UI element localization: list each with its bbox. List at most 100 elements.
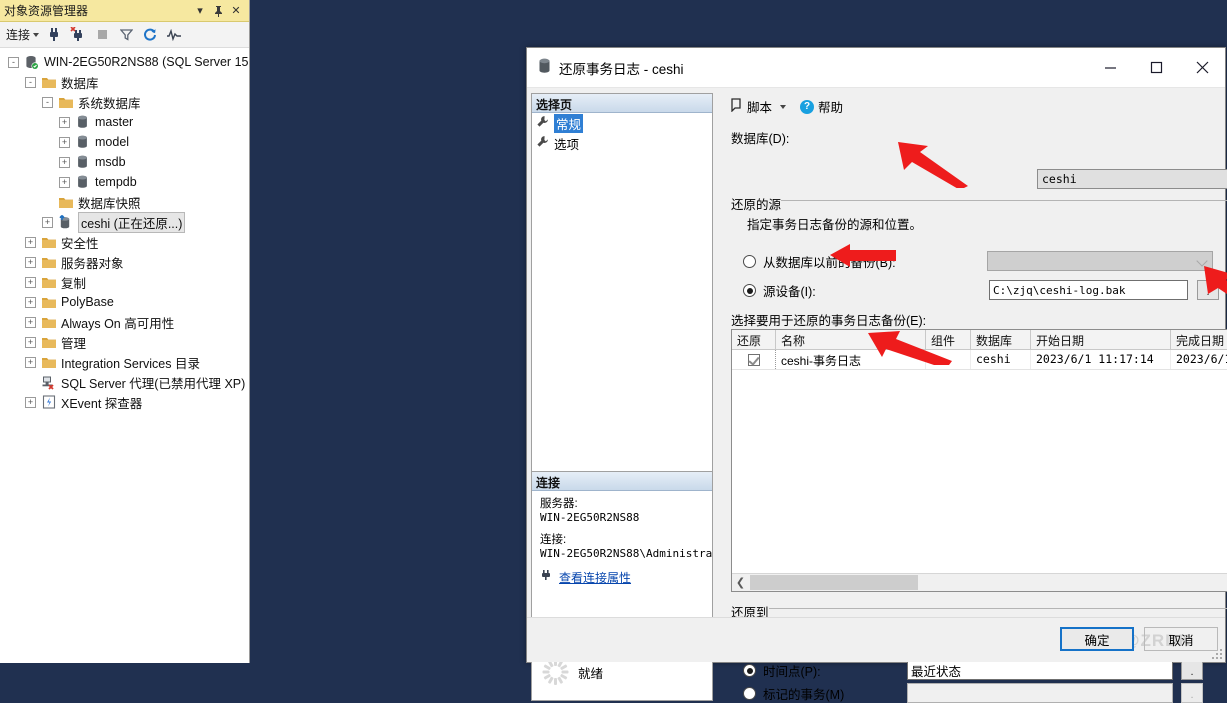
select-page-item-options[interactable]: 选项 xyxy=(532,133,712,153)
tree-node[interactable]: - 数据库 xyxy=(0,72,249,92)
tree-node[interactable]: + XEvent 探查器 xyxy=(0,392,249,412)
grid-cell-component xyxy=(926,350,971,369)
chevron-down-icon xyxy=(33,32,40,37)
tree-node[interactable]: + msdb xyxy=(0,152,249,172)
help-button[interactable]: ? 帮助 xyxy=(800,97,843,116)
chevron-down-icon[interactable] xyxy=(780,104,787,109)
tree-node[interactable]: + master xyxy=(0,112,249,132)
cancel-button[interactable]: 取消 xyxy=(1144,627,1218,651)
wrench-icon xyxy=(536,135,549,151)
previous-backup-combobox[interactable] xyxy=(987,251,1213,271)
source-group-divider xyxy=(781,200,1227,201)
tree-node[interactable]: + PolyBase xyxy=(0,292,249,312)
dialog-system-buttons xyxy=(1087,48,1225,88)
point-in-time-browse-button[interactable]: . xyxy=(1181,660,1203,680)
connect-button[interactable]: 连接 xyxy=(4,26,41,43)
marked-transaction-radio[interactable]: 标记的事务(M) xyxy=(743,684,844,703)
source-device-input[interactable]: C:\zjq\ceshi-log.bak xyxy=(989,280,1188,300)
tree-node[interactable]: + ceshi (正在还原...) xyxy=(0,211,249,233)
pin-icon[interactable] xyxy=(209,2,227,20)
dialog-right-pane: 脚本 ? 帮助 数据库(D): ceshi 还原的源 指定事务日志备份的源和位置… xyxy=(717,89,1227,703)
tree-node[interactable]: + 安全性 xyxy=(0,232,249,252)
chevron-down-icon xyxy=(1196,255,1208,267)
source-group-description: 指定事务日志备份的源和位置。 xyxy=(747,218,923,232)
tree-node-label: 数据库 xyxy=(61,76,99,91)
tree-node[interactable]: + 管理 xyxy=(0,332,249,352)
grid-cell-name: ceshi-事务日志 xyxy=(776,350,926,369)
grid-column-header[interactable]: 名称 xyxy=(776,330,926,349)
expand-icon[interactable]: + xyxy=(59,116,70,128)
refresh-icon[interactable] xyxy=(139,24,161,46)
connection-value: WIN-2EG50R2NS88\Administrat xyxy=(540,547,713,560)
resize-grip-icon[interactable] xyxy=(1212,649,1222,659)
object-explorer-tree[interactable]: - WIN-2EG50R2NS88 (SQL Server 15- 数据库 - 系统数据… xyxy=(0,49,249,663)
grid-column-header[interactable]: 完成日期 xyxy=(1171,330,1227,349)
marked-transaction-input[interactable] xyxy=(907,683,1173,703)
grid-column-header[interactable]: 数据库 xyxy=(971,330,1031,349)
expand-icon[interactable]: + xyxy=(25,396,36,408)
expand-icon[interactable]: + xyxy=(25,256,36,268)
scroll-left-arrow-icon[interactable]: ❮ xyxy=(732,575,749,591)
expand-icon[interactable]: + xyxy=(25,336,36,348)
restore-checkbox-cell[interactable] xyxy=(732,350,776,369)
view-connection-properties-link[interactable]: 查看连接属性 xyxy=(559,571,631,585)
collapse-icon[interactable]: - xyxy=(8,56,19,68)
close-icon[interactable]: ✕ xyxy=(227,2,245,20)
expand-icon[interactable]: + xyxy=(59,136,70,148)
expand-icon[interactable]: + xyxy=(42,216,53,228)
tree-node[interactable]: + 复制 xyxy=(0,272,249,292)
marked-transaction-browse-button[interactable]: . xyxy=(1181,683,1203,703)
expand-icon[interactable]: + xyxy=(25,356,36,368)
disconnect-plug-icon[interactable] xyxy=(67,24,89,46)
radio-icon xyxy=(743,255,756,268)
table-row[interactable]: ceshi-事务日志 ceshi 2023/6/1 11:17:14 2023/6/1… xyxy=(732,350,1227,370)
tree-node[interactable]: - 系统数据库 xyxy=(0,92,249,112)
grid-column-header[interactable]: 组件 xyxy=(926,330,971,349)
grid-horizontal-scrollbar[interactable]: ❮ ❯ xyxy=(732,573,1227,591)
grid-body[interactable]: ceshi-事务日志 ceshi 2023/6/1 11:17:14 2023/6/1… xyxy=(732,350,1227,370)
backup-sets-grid[interactable]: 还原名称组件数据库开始日期完成日期第 ceshi-事务日志ceshi2023/6… xyxy=(731,329,1227,592)
stop-icon[interactable] xyxy=(91,24,113,46)
dropdown-icon[interactable]: ▾ xyxy=(191,2,209,20)
point-in-time-radio[interactable]: 时间点(P): xyxy=(743,661,821,680)
tree-node[interactable]: + model xyxy=(0,132,249,152)
expand-icon[interactable]: + xyxy=(25,276,36,288)
expand-icon[interactable]: + xyxy=(59,156,70,168)
script-button[interactable]: 脚本 xyxy=(729,97,772,116)
connect-button-label: 连接 xyxy=(6,28,31,42)
connect-plug-icon[interactable] xyxy=(43,24,65,46)
scrollbar-thumb[interactable] xyxy=(750,575,918,590)
server-icon xyxy=(23,54,40,70)
restore-transaction-log-dialog: 还原事务日志 - ceshi 选择页 常规 选项 连接 服务器: WIN-2EG… xyxy=(526,47,1227,703)
connection-properties-icon xyxy=(540,569,554,586)
tree-node[interactable]: - WIN-2EG50R2NS88 (SQL Server 15 xyxy=(0,52,249,72)
ok-button[interactable]: 确定 xyxy=(1060,627,1134,651)
database-combobox[interactable]: ceshi xyxy=(1037,169,1227,189)
tree-node[interactable]: + tempdb xyxy=(0,172,249,192)
point-in-time-input[interactable]: 最近状态 xyxy=(907,660,1173,680)
grid-column-header[interactable]: 开始日期 xyxy=(1031,330,1171,349)
tree-node[interactable]: SQL Server 代理(已禁用代理 XP) xyxy=(0,372,249,392)
activity-monitor-icon[interactable] xyxy=(163,24,185,46)
tree-node[interactable]: 数据库快照 xyxy=(0,192,249,212)
from-previous-backup-radio[interactable]: 从数据库以前的备份(B): xyxy=(743,252,896,271)
restore-checkbox[interactable] xyxy=(747,353,760,366)
select-page-item-general[interactable]: 常规 xyxy=(532,113,712,133)
tree-node-label: tempdb xyxy=(95,175,137,189)
source-device-radio[interactable]: 源设备(I): xyxy=(743,281,816,300)
collapse-icon[interactable]: - xyxy=(42,96,53,108)
tree-node[interactable]: + 服务器对象 xyxy=(0,252,249,272)
source-device-browse-button[interactable]: . xyxy=(1197,280,1219,300)
expand-icon[interactable]: + xyxy=(25,236,36,248)
filter-icon[interactable] xyxy=(115,24,137,46)
expand-icon[interactable]: + xyxy=(25,316,36,328)
expand-icon[interactable]: + xyxy=(59,176,70,188)
grid-column-header[interactable]: 还原 xyxy=(732,330,776,349)
tree-node[interactable]: + Integration Services 目录 xyxy=(0,352,249,372)
expand-icon[interactable]: + xyxy=(25,296,36,308)
close-button[interactable] xyxy=(1179,48,1225,88)
tree-node[interactable]: + Always On 高可用性 xyxy=(0,312,249,332)
collapse-icon[interactable]: - xyxy=(25,76,36,88)
maximize-button[interactable] xyxy=(1133,48,1179,88)
minimize-button[interactable] xyxy=(1087,48,1133,88)
